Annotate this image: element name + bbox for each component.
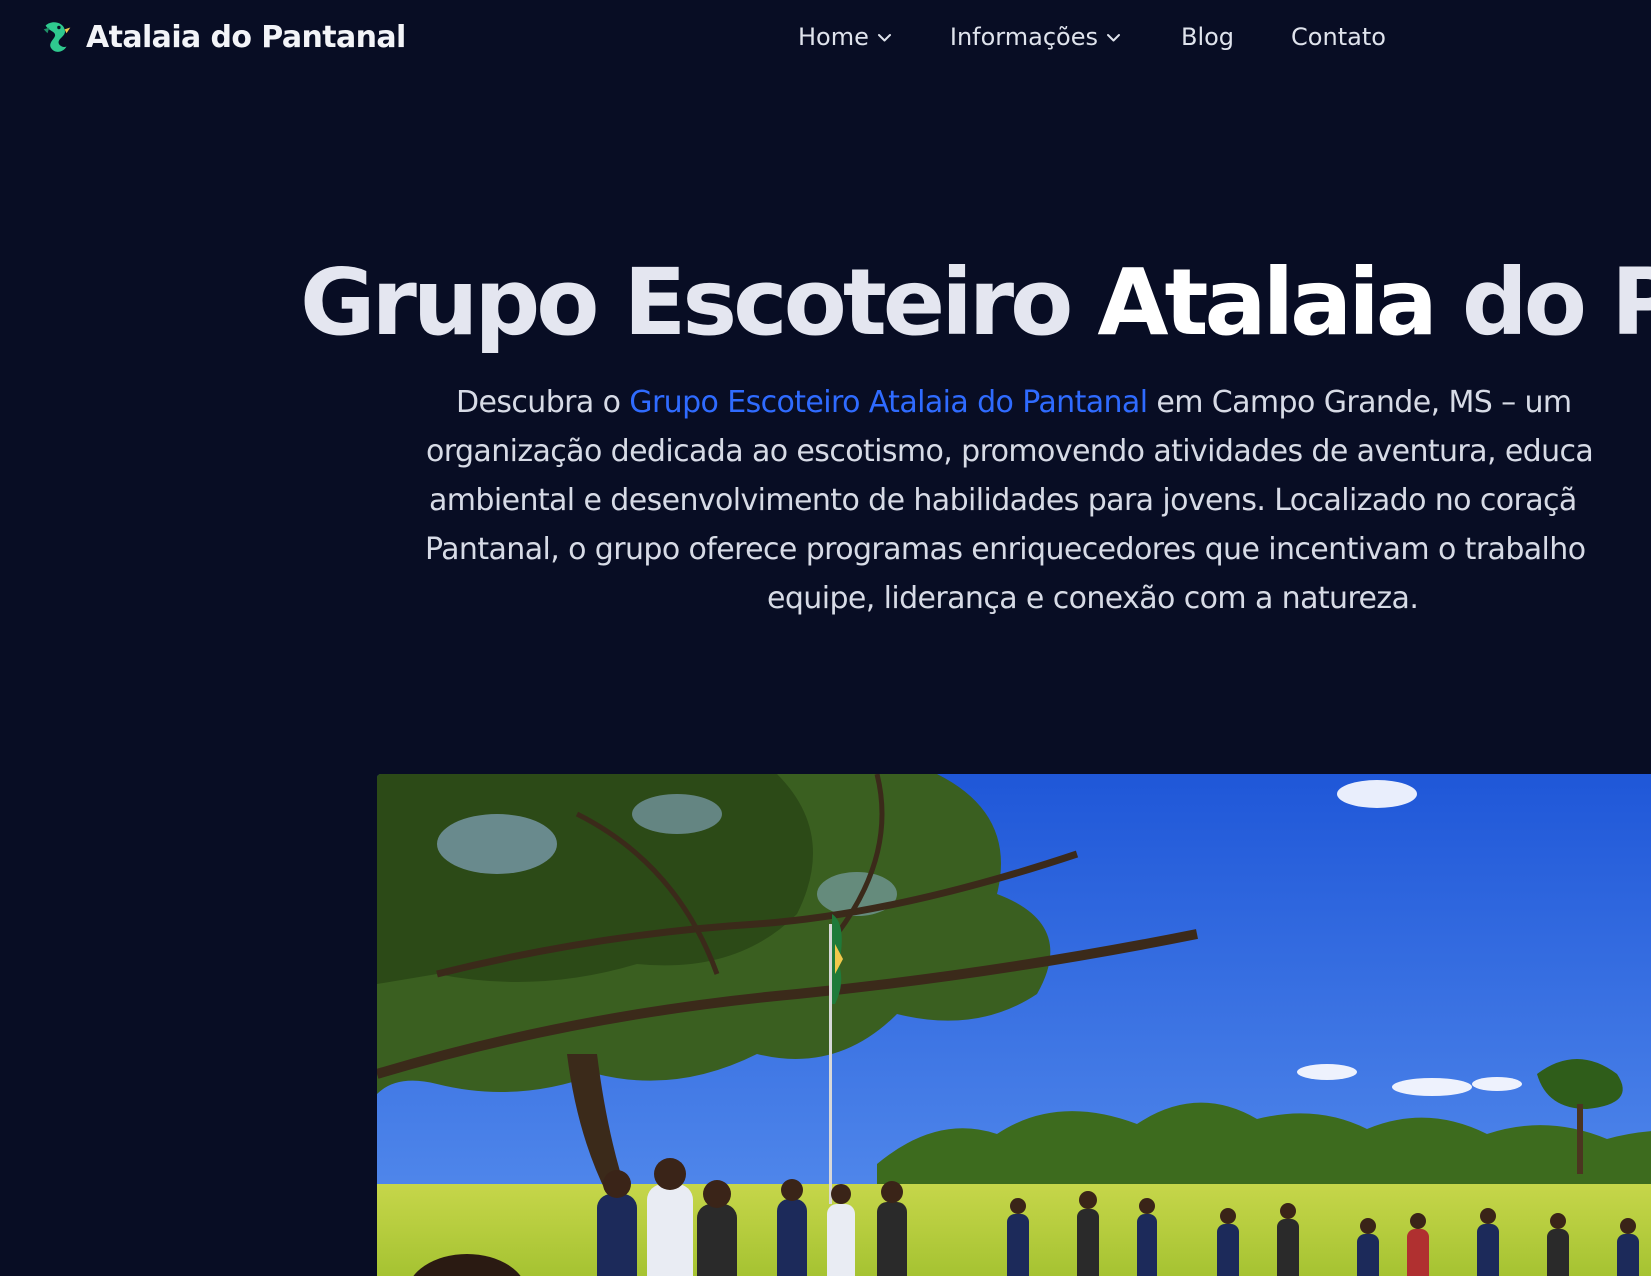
hero-description-line: equipe, liderança e conexão com a nature… <box>767 581 1419 616</box>
hero-title-part1: Grupo Escoteiro <box>300 249 1098 356</box>
hero-description-prefix: Descubra o <box>456 385 630 420</box>
brand-name: Atalaia do Pantanal <box>86 19 406 55</box>
nav-item-home-label: Home <box>798 23 869 51</box>
hero-description-line: Pantanal, o grupo oferece programas enri… <box>425 532 1586 567</box>
hero-description-suffix: em Campo Grande, MS – um <box>1147 385 1572 420</box>
nav-item-blog[interactable]: Blog <box>1181 20 1234 54</box>
nav-item-contato-label: Contato <box>1291 23 1386 51</box>
nav-item-informacoes[interactable]: Informações <box>950 20 1121 54</box>
hero-description-line: ambiental e desenvolvimento de habilidad… <box>429 483 1577 518</box>
dragon-logo-icon <box>43 22 71 52</box>
hero-title: Grupo Escoteiro Atalaia do Pan <box>300 248 1651 358</box>
group-name-link[interactable]: Grupo Escoteiro Atalaia do Pantanal <box>629 385 1148 420</box>
nav-item-home[interactable]: Home <box>798 20 892 54</box>
hero-title-part2: Atalaia <box>1097 249 1437 356</box>
nav-item-contato[interactable]: Contato <box>1291 20 1386 54</box>
chevron-down-icon <box>877 34 891 42</box>
nav-item-blog-label: Blog <box>1180 23 1235 51</box>
hero-description-line: organização dedicada ao escotismo, promo… <box>426 434 1594 469</box>
main-nav: Home Informações Blog Contato <box>798 20 1386 54</box>
brand[interactable]: Atalaia do Pantanal <box>38 18 406 56</box>
site-header: Atalaia do Pantanal Home Informações Blo… <box>0 0 1651 76</box>
chevron-down-icon <box>1106 34 1120 42</box>
hero-description: Descubra o Grupo Escoteiro Atalaia do Pa… <box>425 378 1651 623</box>
scouts-flag-ceremony-photo <box>377 774 1651 1276</box>
hero-title-part3: do Pan <box>1461 249 1651 356</box>
page: Atalaia do Pantanal Home Informações Blo… <box>0 0 1651 1276</box>
hero-description-line: Descubra o Grupo Escoteiro Atalaia do Pa… <box>456 378 1651 427</box>
nav-item-informacoes-label: Informações <box>949 23 1098 51</box>
